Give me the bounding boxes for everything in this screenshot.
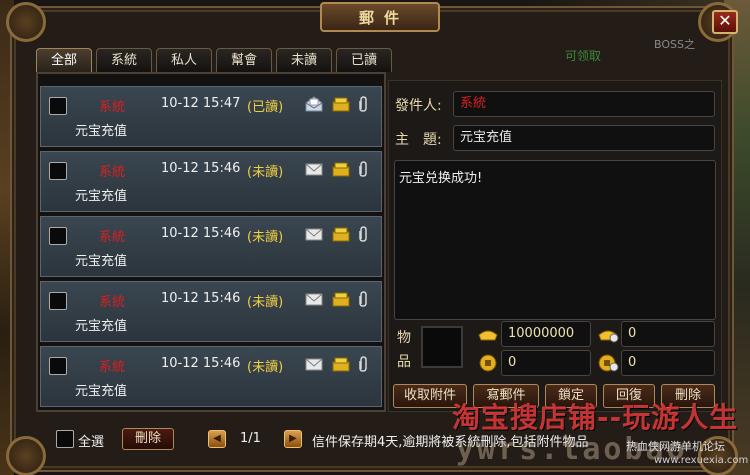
- bound-ingot-icon: [598, 330, 619, 343]
- select-all-checkbox[interactable]: [56, 430, 74, 448]
- tab-private[interactable]: 私人: [156, 48, 212, 72]
- mail-subject: 元宝充值: [75, 384, 128, 399]
- mail-checkbox[interactable]: [49, 357, 67, 375]
- next-page-button[interactable]: ▶: [284, 430, 302, 448]
- mail-status: (未讀): [247, 295, 284, 310]
- gold-coin-value: 0: [501, 350, 591, 376]
- retention-notice: 信件保存期4天,逾期將被系統刪除,包括附件物品: [312, 435, 589, 450]
- bound-coin-value: 0: [621, 350, 715, 376]
- prev-page-button[interactable]: ◀: [208, 430, 226, 448]
- delete-selected-button[interactable]: 刪除: [122, 428, 174, 450]
- mail-sender: 系統: [99, 295, 126, 310]
- tab-unread[interactable]: 未讀: [276, 48, 332, 72]
- paperclip-icon: [359, 226, 367, 242]
- mail-subject: 元宝充值: [75, 254, 128, 269]
- subject-label: 主 題:: [395, 132, 442, 148]
- mail-status: (未讀): [247, 230, 284, 245]
- subject-field: 元宝充值: [453, 125, 715, 151]
- mail-sender: 系統: [99, 230, 126, 245]
- paperclip-icon: [359, 291, 367, 307]
- close-button[interactable]: ✕: [712, 10, 738, 34]
- mail-date: 10-12 15:47: [161, 96, 241, 111]
- mail-status: (未讀): [247, 165, 284, 180]
- mail-checkbox[interactable]: [49, 162, 67, 180]
- mail-list-item[interactable]: 系統 10-12 15:47 (已讀) 元宝充值: [40, 86, 382, 147]
- tab-guild[interactable]: 幫會: [216, 48, 272, 72]
- gold-coin-icon: [479, 354, 497, 372]
- tab-all[interactable]: 全部: [36, 48, 92, 72]
- write-mail-button[interactable]: 寫郵件: [473, 384, 539, 408]
- mail-subject: 元宝充值: [75, 124, 128, 139]
- mail-checkbox[interactable]: [49, 227, 67, 245]
- envelope-icon: [305, 228, 323, 241]
- coin-icon: [332, 227, 350, 242]
- mail-sender: 系統: [99, 360, 126, 375]
- background-boss-text: BOSS之: [654, 38, 695, 51]
- mail-list-item[interactable]: 系統 10-12 15:46 (未讀) 元宝充值: [40, 281, 382, 342]
- background-claim-text: 可领取: [565, 49, 602, 63]
- sender-label: 發件人:: [395, 98, 442, 114]
- page-indicator: 1/1: [240, 431, 261, 446]
- collect-attachment-button[interactable]: 收取附件: [393, 384, 467, 408]
- mail-list-item[interactable]: 系統 10-12 15:46 (未讀) 元宝充值: [40, 346, 382, 407]
- items-label-top: 物: [397, 330, 411, 346]
- prev-arrow-icon[interactable]: ◀: [213, 433, 221, 444]
- mail-checkbox[interactable]: [49, 292, 67, 310]
- mail-list-item[interactable]: 系統 10-12 15:46 (未讀) 元宝充值: [40, 216, 382, 277]
- paperclip-icon: [359, 96, 367, 112]
- mail-checkbox[interactable]: [49, 97, 67, 115]
- next-arrow-icon[interactable]: ▶: [289, 433, 297, 444]
- coin-icon: [332, 292, 350, 307]
- bound-coin-icon: [598, 354, 619, 372]
- footer-bar: 全選 刪除 ◀ 1/1 ▶ 信件保存期4天,逾期將被系統刪除,包括附件物品: [36, 426, 726, 458]
- mail-status: (未讀): [247, 360, 284, 375]
- envelope-icon: [305, 163, 323, 176]
- gold-ingot-value: 10000000: [501, 321, 591, 347]
- attachment-item-slot[interactable]: [421, 326, 463, 368]
- mail-sender: 系統: [99, 100, 126, 115]
- mail-status: (已讀): [247, 100, 284, 115]
- mail-detail-panel: 發件人: 系統 主 題: 元宝充值 元宝兑换成功! 物 品 10000000 0…: [388, 80, 722, 412]
- mail-tabs: 全部 系統 私人 幫會 未讀 已讀: [36, 48, 392, 72]
- paperclip-icon: [359, 161, 367, 177]
- mail-list-item[interactable]: 系統 10-12 15:46 (未讀) 元宝充值: [40, 151, 382, 212]
- items-label-bottom: 品: [397, 354, 411, 370]
- close-icon[interactable]: ✕: [718, 11, 731, 30]
- bound-ingot-value: 0: [621, 321, 715, 347]
- window-title: 郵件: [358, 8, 409, 27]
- delete-mail-button[interactable]: 刪除: [661, 384, 715, 408]
- gold-ingot-icon: [478, 330, 498, 341]
- select-all-label: 全選: [78, 435, 105, 450]
- sender-field: 系統: [453, 91, 715, 117]
- mail-subject: 元宝充值: [75, 189, 128, 204]
- coin-icon: [332, 162, 350, 177]
- mail-date: 10-12 15:46: [161, 291, 241, 306]
- open-envelope-icon: [305, 96, 323, 112]
- paperclip-icon: [359, 356, 367, 372]
- mail-list: 系統 10-12 15:47 (已讀) 元宝充值 系統 10-12 15:46 …: [36, 72, 386, 412]
- mail-date: 10-12 15:46: [161, 226, 241, 241]
- tab-system[interactable]: 系統: [96, 48, 152, 72]
- envelope-icon: [305, 358, 323, 371]
- window-title-plate: 郵件: [320, 2, 440, 32]
- coin-icon: [332, 357, 350, 372]
- mail-subject: 元宝充值: [75, 319, 128, 334]
- tab-read[interactable]: 已讀: [336, 48, 392, 72]
- mail-body: 元宝兑换成功!: [394, 160, 716, 320]
- lock-button[interactable]: 鎖定: [545, 384, 597, 408]
- mail-date: 10-12 15:46: [161, 161, 241, 176]
- coin-icon: [332, 97, 350, 112]
- reply-button[interactable]: 回復: [603, 384, 655, 408]
- envelope-icon: [305, 293, 323, 306]
- frame-corner-ornament: [6, 2, 46, 42]
- mail-date: 10-12 15:46: [161, 356, 241, 371]
- mail-sender: 系統: [99, 165, 126, 180]
